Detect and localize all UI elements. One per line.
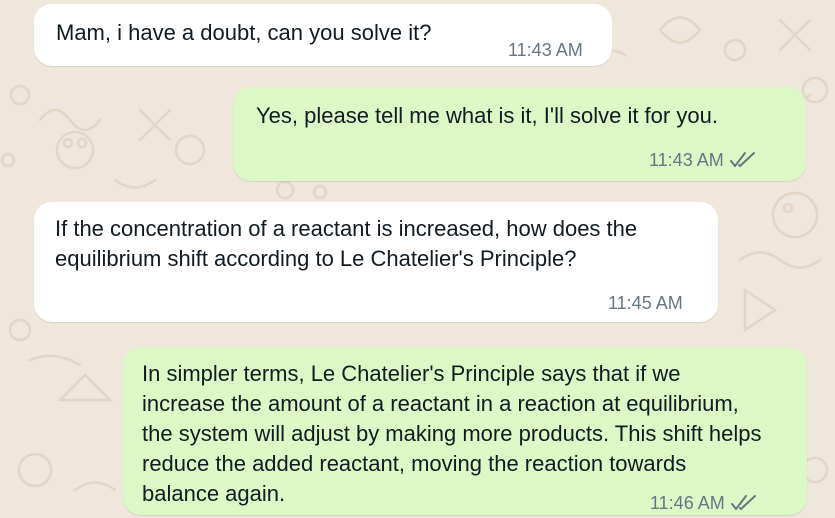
message-text: Yes, please tell me what is it, I'll sol…	[256, 103, 718, 128]
incoming-message-1[interactable]: Mam, i have a doubt, can you solve it? 1…	[34, 4, 612, 66]
message-timestamp: 11:43 AM	[649, 150, 724, 170]
double-check-icon	[729, 152, 755, 167]
message-meta: 11:43 AM	[649, 145, 758, 175]
message-meta: 11:46 AM	[650, 488, 759, 518]
message-text: If the concentration of a reactant is in…	[55, 216, 638, 271]
message-meta: 11:45 AM	[608, 288, 683, 318]
message-text: In simpler terms, Le Chatelier's Princip…	[142, 361, 762, 506]
incoming-message-2[interactable]: If the concentration of a reactant is in…	[34, 202, 718, 322]
message-timestamp: 11:43 AM	[508, 40, 583, 60]
double-check-icon	[730, 495, 756, 510]
message-timestamp: 11:46 AM	[650, 493, 725, 513]
outgoing-message-2[interactable]: In simpler terms, Le Chatelier's Princip…	[123, 347, 807, 515]
message-timestamp: 11:45 AM	[608, 293, 683, 313]
message-meta: 11:43 AM	[508, 35, 583, 65]
outgoing-message-1[interactable]: Yes, please tell me what is it, I'll sol…	[233, 87, 806, 181]
